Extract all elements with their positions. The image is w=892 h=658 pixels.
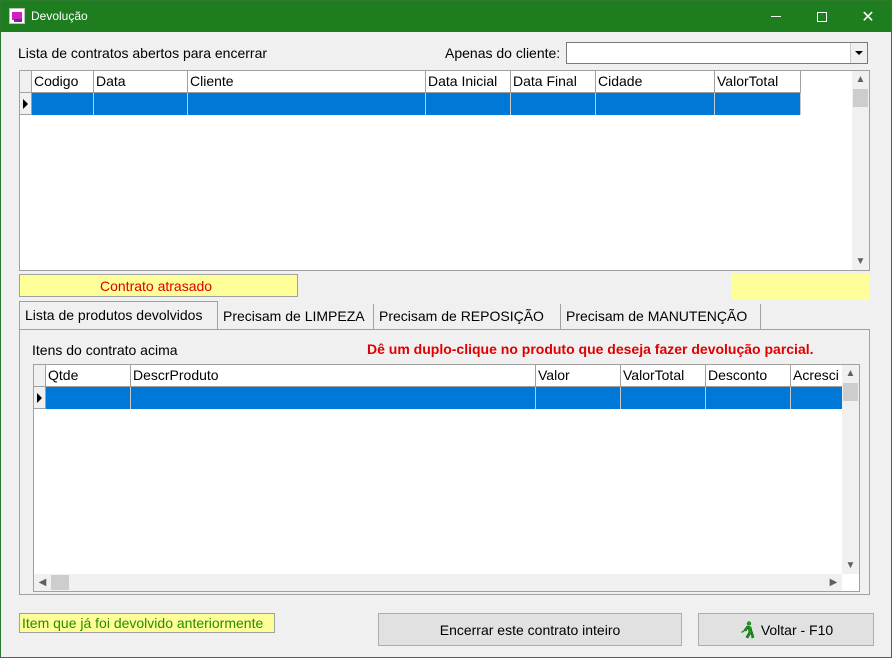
back-button[interactable]: Voltar - F10 — [698, 613, 874, 646]
scroll-thumb[interactable] — [853, 89, 868, 107]
contracts-vertical-scrollbar[interactable]: ▲ ▼ — [852, 71, 869, 270]
cell-codigo[interactable] — [32, 93, 94, 115]
col-valor[interactable]: Valor — [536, 365, 621, 387]
cell-acrescimo[interactable] — [791, 387, 843, 409]
title-bar[interactable]: Devolução ✕ — [1, 1, 891, 32]
scroll-down-icon[interactable]: ▼ — [852, 253, 869, 270]
col-data[interactable]: Data — [94, 71, 188, 93]
yellow-indicator-box — [731, 274, 870, 300]
items-grid[interactable]: Qtde DescrProduto Valor ValorTotal Desco… — [33, 364, 860, 592]
window-title: Devolução — [31, 9, 88, 23]
table-row[interactable] — [20, 93, 801, 115]
contracts-section-label: Lista de contratos abertos para encerrar — [18, 45, 268, 61]
col-data-final[interactable]: Data Final — [511, 71, 596, 93]
col-acrescimo[interactable]: Acresci — [791, 365, 843, 387]
col-qtde[interactable]: Qtde — [46, 365, 131, 387]
maximize-icon — [817, 11, 827, 22]
col-cidade[interactable]: Cidade — [596, 71, 715, 93]
tab-reposicao[interactable]: Precisam de REPOSIÇÃO — [374, 304, 561, 329]
close-contract-label: Encerrar este contrato inteiro — [439, 621, 621, 638]
row-indicator-header — [34, 365, 46, 387]
cell-cidade[interactable] — [596, 93, 715, 115]
client-filter-label: Apenas do cliente: — [445, 45, 561, 61]
row-indicator-header — [20, 71, 32, 93]
scroll-thumb[interactable] — [843, 383, 858, 401]
scroll-up-icon[interactable]: ▲ — [852, 71, 869, 88]
close-icon: ✕ — [861, 8, 875, 26]
cell-data[interactable] — [94, 93, 188, 115]
cell-qtde[interactable] — [46, 387, 131, 409]
running-man-icon — [740, 620, 755, 638]
items-grid-header: Qtde DescrProduto Valor ValorTotal Desco… — [34, 365, 843, 387]
close-contract-button[interactable]: Encerrar este contrato inteiro — [378, 613, 682, 646]
returned-item-legend: Item que já foi devolvido anteriormente — [19, 613, 275, 633]
tab-produtos-devolvidos[interactable]: Lista de produtos devolvidos — [19, 301, 218, 329]
cell-valor-total[interactable] — [715, 93, 801, 115]
minimize-icon — [771, 16, 781, 17]
scroll-thumb[interactable] — [51, 575, 69, 590]
cell-data-inicial[interactable] — [426, 93, 511, 115]
col-valor-total[interactable]: ValorTotal — [621, 365, 706, 387]
back-button-label: Voltar - F10 — [760, 621, 834, 638]
app-icon[interactable] — [9, 8, 25, 24]
scroll-up-icon[interactable]: ▲ — [842, 365, 859, 382]
tab-panel-produtos: Itens do contrato acima Dê um duplo-cliq… — [19, 329, 870, 595]
col-descr-produto[interactable]: DescrProduto — [131, 365, 536, 387]
items-horizontal-scrollbar[interactable]: ◀ ▶ — [34, 574, 842, 591]
late-contract-label: Contrato atrasado — [100, 278, 213, 294]
items-section-label: Itens do contrato acima — [32, 342, 178, 358]
late-contract-legend: Contrato atrasado — [19, 274, 298, 297]
cell-valor-total[interactable] — [621, 387, 706, 409]
contracts-grid-header: Codigo Data Cliente Data Inicial Data Fi… — [20, 71, 801, 93]
partial-return-hint: Dê um duplo-clique no produto que deseja… — [367, 341, 814, 357]
devolucao-window: Devolução ✕ Lista de contratos abertos p… — [0, 0, 892, 658]
cell-data-final[interactable] — [511, 93, 596, 115]
row-indicator — [34, 387, 46, 409]
cell-desconto[interactable] — [706, 387, 791, 409]
contracts-grid[interactable]: Codigo Data Cliente Data Inicial Data Fi… — [19, 70, 870, 271]
client-filter-dropdown-button[interactable] — [850, 43, 867, 63]
scroll-right-icon[interactable]: ▶ — [825, 574, 842, 591]
col-valor-total[interactable]: ValorTotal — [715, 71, 801, 93]
col-desconto[interactable]: Desconto — [706, 365, 791, 387]
close-button[interactable]: ✕ — [845, 1, 891, 32]
returned-item-label: Item que já foi devolvido anteriormente — [22, 615, 264, 631]
scroll-left-icon[interactable]: ◀ — [34, 574, 51, 591]
current-row-icon — [23, 98, 28, 109]
client-filter-combo[interactable] — [566, 42, 868, 64]
col-data-inicial[interactable]: Data Inicial — [426, 71, 511, 93]
cell-valor[interactable] — [536, 387, 621, 409]
cell-cliente[interactable] — [188, 93, 426, 115]
chevron-down-icon — [855, 51, 863, 55]
tab-limpeza[interactable]: Precisam de LIMPEZA — [218, 304, 374, 329]
scroll-down-icon[interactable]: ▼ — [842, 557, 859, 574]
maximize-button[interactable] — [799, 1, 845, 32]
cell-descr-produto[interactable] — [131, 387, 536, 409]
items-vertical-scrollbar[interactable]: ▲ ▼ — [842, 365, 859, 574]
table-row[interactable] — [34, 387, 843, 409]
row-indicator — [20, 93, 32, 115]
col-codigo[interactable]: Codigo — [32, 71, 94, 93]
minimize-button[interactable] — [753, 1, 799, 32]
tab-manutencao[interactable]: Precisam de MANUTENÇÃO — [561, 304, 761, 329]
current-row-icon — [37, 392, 42, 403]
col-cliente[interactable]: Cliente — [188, 71, 426, 93]
